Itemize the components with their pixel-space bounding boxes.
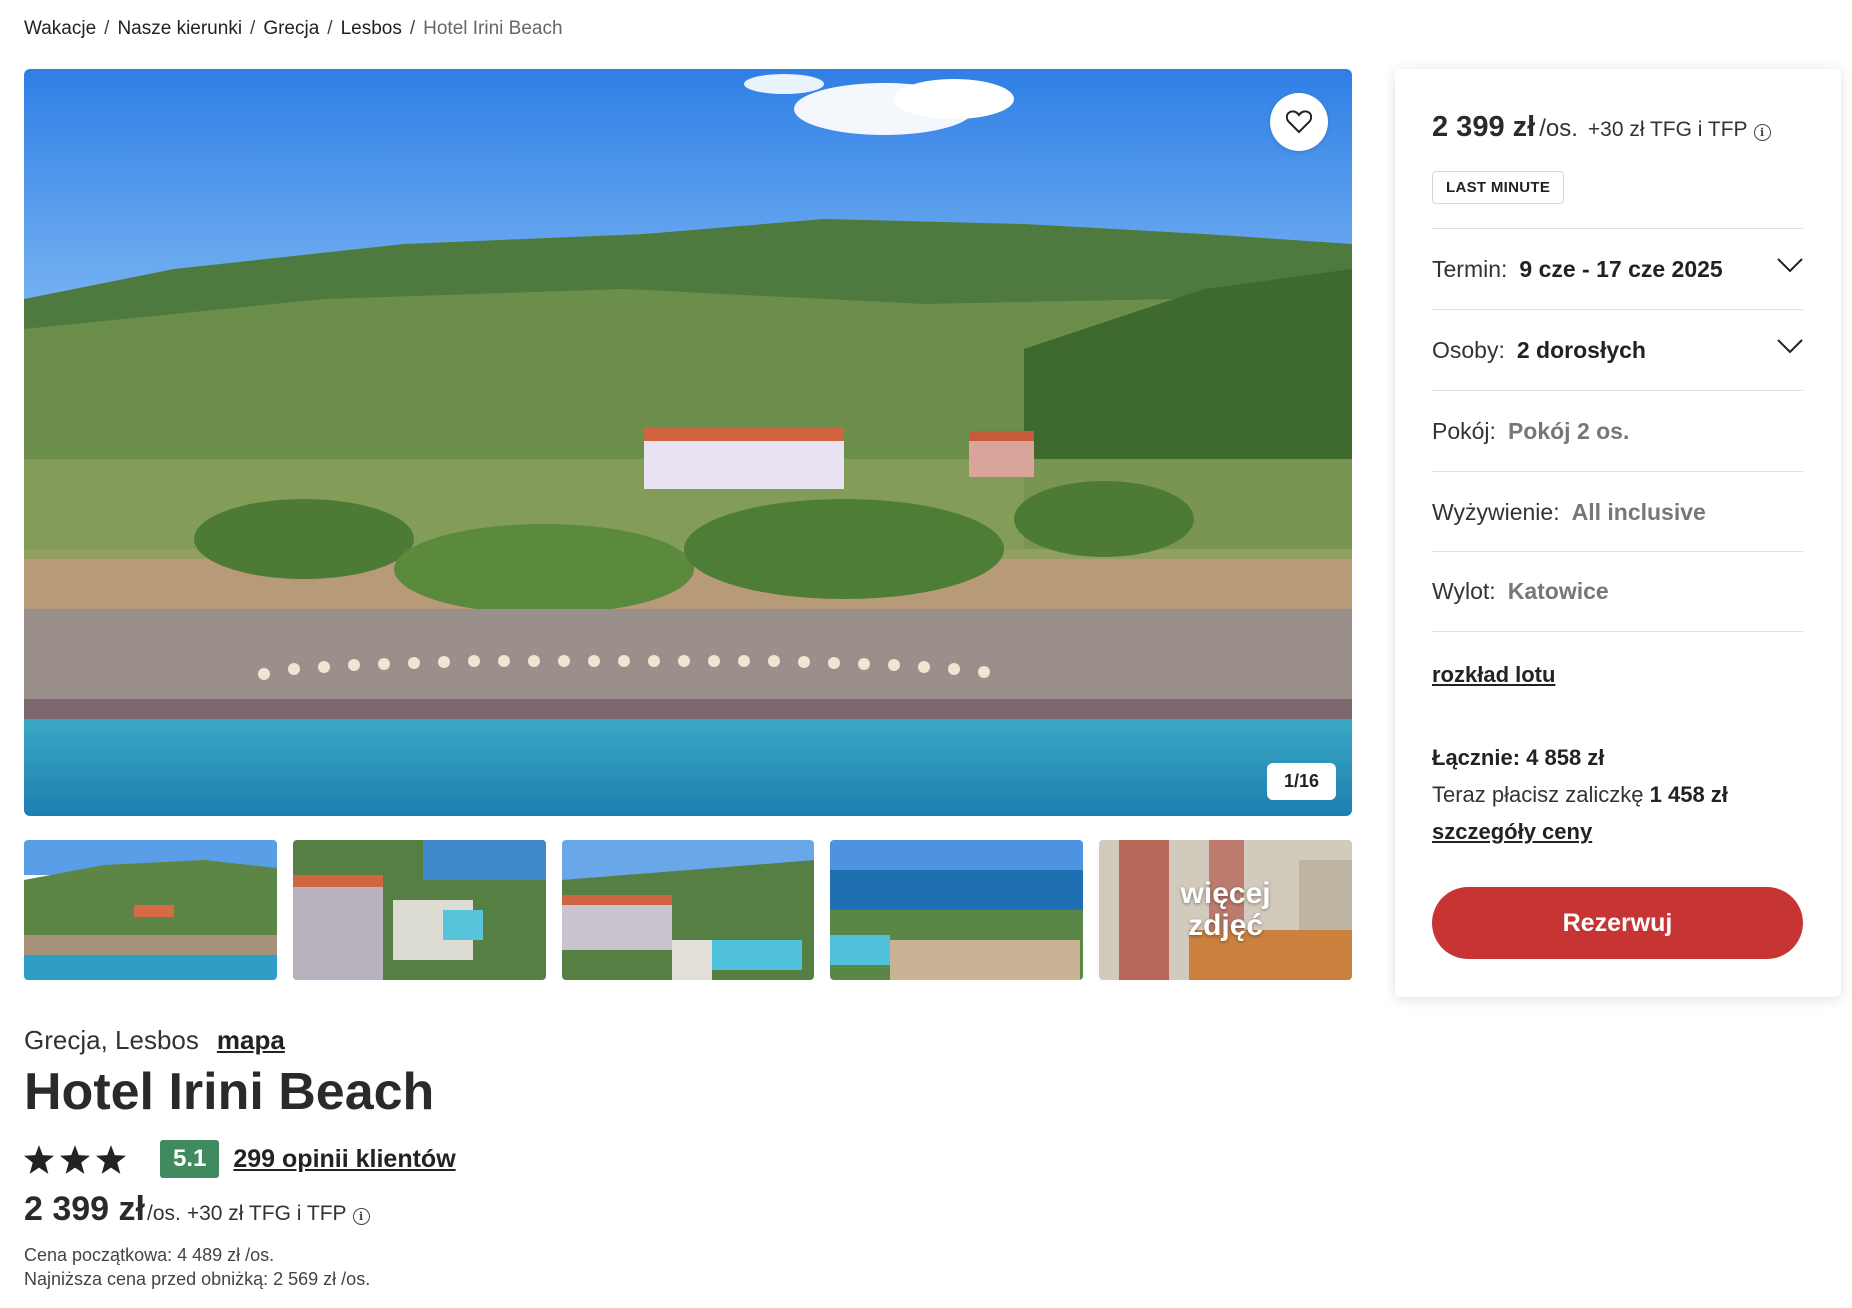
departure-label: Wylot: <box>1432 578 1496 604</box>
thumbnail-image <box>561 840 815 980</box>
page-title: Hotel Irini Beach <box>24 1063 435 1121</box>
price-per-person: /os. <box>146 1202 181 1225</box>
star-icon <box>24 1144 54 1174</box>
chevron-down-icon[interactable] <box>1777 338 1803 354</box>
score-badge: 5.1 <box>160 1140 220 1178</box>
hotel-price: 2 399 zł /os. +30 zł TFG i TFP i <box>24 1190 370 1229</box>
price-extra-fee: +30 zł TFG i TFP <box>186 1202 347 1225</box>
hotel-location: Grecja, Lesbos mapa <box>24 1025 285 1056</box>
location-text: Grecja, Lesbos <box>24 1025 199 1055</box>
breadcrumb: Wakacje / Nasze kierunki / Grecja / Lesb… <box>24 18 563 40</box>
departure-value: Katowice <box>1507 578 1609 604</box>
favorite-button[interactable] <box>1270 93 1328 151</box>
gallery-main-photo[interactable]: 1/16 <box>24 69 1352 816</box>
breadcrumb-separator: / <box>409 18 416 39</box>
room-value: Pokój 2 os. <box>1507 417 1630 444</box>
panel-price: 2 399 zł /os. +30 zł TFG i TFP i <box>1432 111 1771 144</box>
thumbnail-more-photos[interactable]: więcej zdjęć <box>1099 840 1352 980</box>
breadcrumb-current: Hotel Irini Beach <box>423 18 563 39</box>
board-value: All inclusive <box>1571 498 1706 525</box>
star-icon <box>96 1144 126 1174</box>
panel-price-amount: 2 399 zł <box>1432 111 1536 143</box>
last-minute-badge: LAST MINUTE <box>1432 171 1565 204</box>
total-price: Łącznie: 4 858 zł <box>1432 745 1605 770</box>
chevron-down-icon[interactable] <box>1777 257 1803 273</box>
breadcrumb-lesbos[interactable]: Lesbos <box>341 18 402 40</box>
more-photos-line1: więcej <box>1180 877 1271 910</box>
term-label: Termin: <box>1432 255 1508 282</box>
book-button[interactable]: Rezerwuj <box>1432 887 1803 959</box>
more-photos-line2: zdjęć <box>1188 909 1264 942</box>
hotel-stars <box>24 1144 126 1174</box>
room-label: Pokój: <box>1432 417 1496 444</box>
term-selector[interactable]: Termin: 9 cze - 17 cze 2025 <box>1432 228 1803 309</box>
thumbnail-image <box>292 840 546 980</box>
heart-icon <box>1286 110 1312 134</box>
thumbnail-2[interactable] <box>292 840 546 980</box>
gallery-thumbnails: więcej zdjęć <box>24 840 1352 980</box>
thumbnail-1[interactable] <box>24 840 277 980</box>
deposit-info: Teraz płacisz zaliczkę 1 458 zł <box>1432 782 1728 808</box>
map-link[interactable]: mapa <box>217 1025 285 1056</box>
hotel-aerial-photo <box>24 69 1352 816</box>
price-details-link[interactable]: szczegóły ceny <box>1432 819 1592 845</box>
thumbnail-4[interactable] <box>830 840 1084 980</box>
persons-selector[interactable]: Osoby: 2 dorosłych <box>1432 309 1803 390</box>
breadcrumb-grecja[interactable]: Grecja <box>263 18 319 40</box>
breadcrumb-nasze-kierunki[interactable]: Nasze kierunki <box>117 18 242 40</box>
reviews-link[interactable]: 299 opinii klientów <box>233 1145 455 1174</box>
persons-value: 2 dorosłych <box>1516 336 1646 363</box>
info-icon[interactable]: i <box>352 1208 370 1225</box>
rating-row: 5.1 299 opinii klientów <box>24 1140 456 1178</box>
thumbnail-3[interactable] <box>561 840 815 980</box>
price-history: Cena początkowa: 4 489 zł /os. Najniższa… <box>24 1243 370 1291</box>
breadcrumb-wakacje[interactable]: Wakacje <box>24 18 96 40</box>
more-photos-overlay: więcej zdjęć <box>1099 840 1352 980</box>
departure-row: Wylot: Katowice <box>1432 551 1803 632</box>
flight-schedule-link[interactable]: rozkład lotu <box>1432 662 1555 688</box>
breadcrumb-separator: / <box>104 18 110 39</box>
panel-price-extra-fee: +30 zł TFG i TFP <box>1587 118 1748 141</box>
lowest-price: Najniższa cena przed obniżką: 2 569 zł /… <box>24 1269 371 1289</box>
deposit-text: Teraz płacisz zaliczkę <box>1432 782 1644 807</box>
term-value: 9 cze - 17 cze 2025 <box>1519 255 1723 282</box>
thumbnail-image <box>24 840 277 980</box>
panel-price-per-person: /os. <box>1539 115 1578 142</box>
board-label: Wyżywienie: <box>1432 498 1560 525</box>
star-icon <box>60 1144 90 1174</box>
board-row: Wyżywienie: All inclusive <box>1432 471 1803 552</box>
info-icon[interactable]: i <box>1753 124 1771 141</box>
photo-counter: 1/16 <box>1266 763 1336 800</box>
breadcrumb-separator: / <box>327 18 333 39</box>
initial-price: Cena początkowa: 4 489 zł /os. <box>24 1245 275 1265</box>
breadcrumb-separator: / <box>250 18 256 39</box>
price-amount: 2 399 zł <box>24 1190 145 1228</box>
deposit-amount: 1 458 zł <box>1649 782 1728 807</box>
persons-label: Osoby: <box>1432 336 1505 363</box>
thumbnail-image <box>830 840 1084 980</box>
room-row: Pokój: Pokój 2 os. <box>1432 390 1803 471</box>
booking-panel: 2 399 zł /os. +30 zł TFG i TFP i LAST MI… <box>1395 69 1841 997</box>
